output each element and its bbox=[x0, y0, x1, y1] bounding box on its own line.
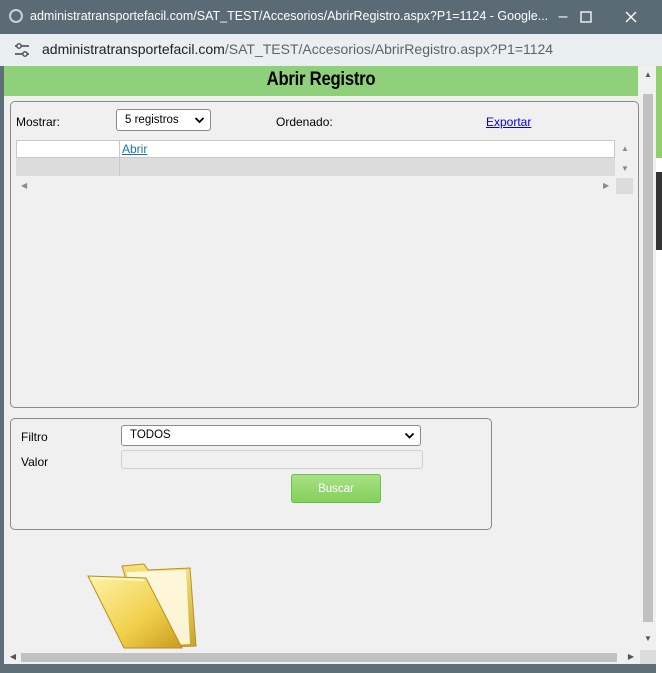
grid-scroll-corner bbox=[616, 178, 633, 194]
scroll-down-icon[interactable]: ▼ bbox=[640, 632, 656, 646]
mostrar-label: Mostrar: bbox=[16, 115, 61, 129]
url-domain: administratransportefacil.com bbox=[42, 41, 225, 57]
window-title: administratransportefacil.com/SAT_TEST/A… bbox=[30, 9, 549, 23]
url-text[interactable]: administratransportefacil.com/SAT_TEST/A… bbox=[42, 41, 553, 57]
scroll-corner bbox=[640, 650, 656, 664]
scroll-down-icon[interactable]: ▼ bbox=[621, 164, 629, 173]
page-content: Abrir Registro Mostrar: 5 registros Orde… bbox=[4, 66, 656, 664]
buscar-button[interactable]: Buscar bbox=[291, 474, 381, 503]
scroll-right-icon[interactable]: ▶ bbox=[603, 181, 609, 190]
valor-label: Valor bbox=[21, 455, 49, 469]
scroll-left-icon[interactable]: ◀ bbox=[21, 181, 27, 190]
address-bar[interactable]: administratransportefacil.com/SAT_TEST/A… bbox=[0, 34, 662, 66]
scroll-left-icon[interactable]: ◀ bbox=[6, 650, 20, 664]
title-bar[interactable]: administratransportefacil.com/SAT_TEST/A… bbox=[0, 0, 662, 34]
page-horizontal-scrollbar[interactable]: ◀ ▶ bbox=[4, 650, 640, 664]
scroll-right-icon[interactable]: ▶ bbox=[624, 650, 638, 664]
scroll-up-icon[interactable]: ▲ bbox=[640, 68, 656, 82]
page-vertical-scrollbar[interactable]: ▲ ▼ bbox=[640, 66, 656, 650]
valor-input[interactable] bbox=[121, 450, 423, 469]
folder-icon bbox=[87, 563, 197, 649]
background-page-strip-green bbox=[656, 66, 662, 158]
records-count-value: 5 registros bbox=[125, 114, 179, 126]
grid-row bbox=[16, 140, 615, 158]
close-icon[interactable] bbox=[617, 6, 645, 28]
url-path: /SAT_TEST/Accesorios/AbrirRegistro.aspx?… bbox=[224, 41, 554, 57]
filter-select[interactable]: TODOS bbox=[121, 425, 421, 446]
filter-panel: Filtro TODOS Valor Buscar bbox=[10, 418, 492, 530]
scrollbar-thumb[interactable] bbox=[21, 653, 617, 662]
filtro-label: Filtro bbox=[21, 430, 48, 444]
filter-select-value: TODOS bbox=[130, 429, 171, 441]
maximize-icon[interactable] bbox=[572, 6, 600, 28]
chevron-down-icon bbox=[194, 110, 205, 137]
grid-divider bbox=[119, 140, 120, 176]
ordenado-label: Ordenado: bbox=[276, 115, 333, 129]
abrir-link[interactable]: Abrir bbox=[122, 142, 147, 156]
export-link[interactable]: Exportar bbox=[486, 115, 531, 129]
grid-row bbox=[16, 158, 615, 176]
app-icon bbox=[9, 9, 23, 23]
records-panel: Mostrar: 5 registros Ordenado: Exportar … bbox=[10, 101, 639, 408]
records-grid: Abrir ▲ ▼ ◀ ▶ bbox=[16, 140, 633, 194]
scroll-up-icon[interactable]: ▲ bbox=[621, 144, 629, 153]
chevron-down-icon bbox=[404, 426, 415, 452]
tune-icon[interactable] bbox=[14, 42, 30, 58]
grid-horizontal-scrollbar[interactable]: ◀ ▶ bbox=[16, 178, 615, 194]
browser-popup-window: administratransportefacil.com/SAT_TEST/A… bbox=[0, 0, 662, 673]
scrollbar-thumb[interactable] bbox=[643, 94, 653, 622]
records-count-select[interactable]: 5 registros bbox=[116, 109, 211, 131]
background-page-strip-dark bbox=[656, 172, 662, 250]
page-title: Abrir Registro bbox=[266, 69, 376, 90]
page-header: Abrir Registro bbox=[4, 66, 638, 96]
